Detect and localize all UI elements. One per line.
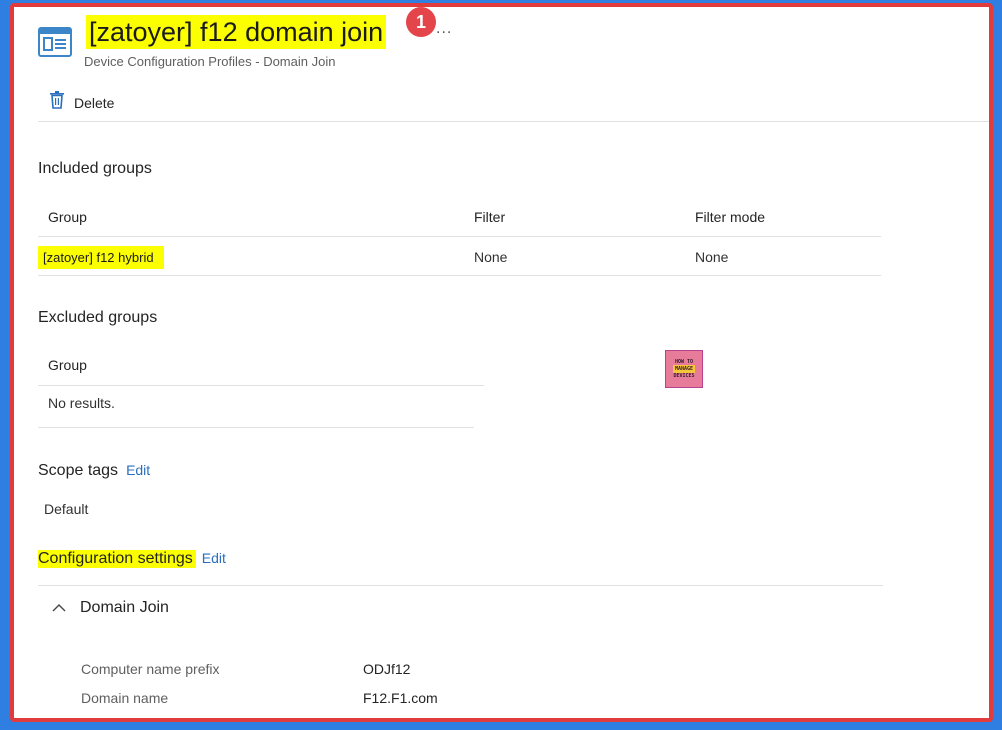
scope-tags-title: Scope tags: [38, 462, 119, 479]
toolbar-divider: [38, 121, 989, 122]
howto-logo-icon: HOW TO MANAGE DEVICES: [665, 350, 703, 388]
included-group-filter: None: [474, 249, 508, 265]
page-subtitle: Device Configuration Profiles - Domain J…: [84, 54, 336, 69]
more-actions-button[interactable]: ...: [436, 20, 452, 38]
included-col-group: Group: [48, 209, 87, 225]
scope-tag-value: Default: [44, 501, 89, 517]
excluded-row-divider: [38, 427, 474, 428]
domain-join-section-label: Domain Join: [80, 599, 169, 616]
config-profile-icon: [38, 26, 72, 58]
configuration-settings-edit-link[interactable]: Edit: [202, 550, 226, 566]
profile-details-panel: [zatoyer] f12 domain join 1 ... Device C…: [10, 3, 993, 722]
included-group-filter-mode: None: [695, 249, 729, 265]
domain-join-accordion[interactable]: Domain Join: [52, 599, 169, 617]
scope-tags-header: Scope tags Edit: [38, 462, 150, 480]
trash-icon: [50, 91, 64, 114]
setting-value-computer-name-prefix: ODJf12: [363, 661, 411, 677]
setting-value-domain-name: F12.F1.com: [363, 690, 438, 706]
configuration-settings-header: Configuration settings Edit: [38, 550, 226, 568]
excluded-groups-title: Excluded groups: [38, 309, 158, 326]
delete-label: Delete: [74, 94, 115, 111]
page-title: [zatoyer] f12 domain join: [86, 15, 387, 49]
included-header-divider: [38, 236, 881, 237]
excluded-empty-text: No results.: [48, 395, 115, 411]
delete-button[interactable]: Delete: [50, 91, 114, 114]
included-groups-title: Included groups: [38, 160, 152, 177]
excluded-header-divider: [38, 385, 484, 386]
included-col-filter: Filter: [474, 209, 506, 225]
included-row-divider: [38, 275, 881, 276]
included-group-link[interactable]: [zatoyer] f12 hybrid: [38, 246, 164, 269]
included-col-filter-mode: Filter mode: [695, 209, 766, 225]
configuration-settings-title: Configuration settings: [38, 550, 196, 568]
annotation-badge: 1: [406, 7, 436, 37]
scope-tags-edit-link[interactable]: Edit: [126, 462, 150, 478]
setting-key-computer-name-prefix: Computer name prefix: [81, 661, 220, 677]
setting-key-domain-name: Domain name: [81, 690, 169, 706]
settings-divider: [38, 585, 883, 586]
excluded-col-group: Group: [48, 357, 87, 373]
chevron-up-icon: [52, 599, 66, 617]
